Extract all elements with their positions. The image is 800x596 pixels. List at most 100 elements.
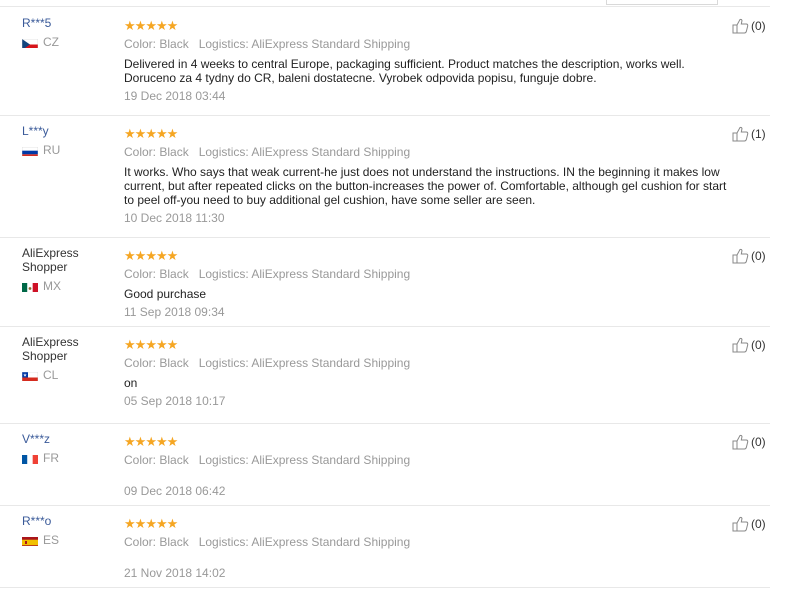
review-item: AliExpress Shopper CL ★ ★ ★ ★ ★ Color: Black Log… — [0, 327, 770, 424]
review-text: on — [124, 376, 138, 390]
reviewer-name[interactable]: R***o — [22, 514, 112, 528]
flag-cl-icon — [22, 370, 38, 381]
review-text: It works. Who says that weak current-he … — [124, 165, 727, 207]
color-attribute: Color: Black — [124, 37, 189, 51]
order-info: Color: Black Logistics: AliExpress Standa… — [124, 37, 734, 51]
review-date: 19 Dec 2018 03:44 — [124, 89, 226, 103]
flag-fr-icon — [22, 453, 38, 464]
reviewer-name[interactable]: V***z — [22, 432, 112, 446]
order-info: Color: Black Logistics: AliExpress Standa… — [124, 145, 734, 159]
divider — [0, 6, 770, 7]
helpful-button[interactable]: (0) — [732, 434, 766, 450]
flag-cz-icon — [22, 37, 38, 48]
star-rating: ★ ★ ★ ★ ★ — [124, 18, 734, 32]
reviewer-name: AliExpress Shopper — [22, 335, 79, 363]
star-rating: ★ ★ ★ ★ ★ — [124, 248, 734, 262]
review-content: ★ ★ ★ ★ ★ Color: Black Logistics: AliExpress S… — [124, 18, 734, 104]
star-icon: ★ — [166, 433, 179, 449]
review-date: 21 Nov 2018 14:02 — [124, 566, 226, 580]
country-code: FR — [43, 451, 59, 465]
review-item: L***y RU ★ ★ ★ ★ ★ Color: Black Logistics: AliEx… — [0, 116, 770, 238]
review-date: 11 Sep 2018 09:34 — [124, 305, 225, 319]
review-date: 05 Sep 2018 10:17 — [124, 394, 226, 408]
star-icon: ★ — [166, 125, 179, 141]
review-item: R***5 CZ ★ ★ ★ ★ ★ Color: Black Logistics: AliEx… — [0, 8, 770, 116]
thumbs-up-icon[interactable] — [732, 516, 749, 532]
logistics-attribute: Logistics: AliExpress Standard Shipping — [198, 356, 411, 370]
helpful-count: (0) — [751, 435, 766, 449]
review-date: 10 Dec 2018 11:30 — [124, 211, 225, 225]
country-code: CL — [43, 368, 59, 382]
review-content: ★ ★ ★ ★ ★ Color: Black Logistics: AliExpress S… — [124, 337, 734, 409]
reviewer-info: AliExpress Shopper MX — [22, 246, 112, 293]
helpful-button[interactable]: (0) — [732, 248, 766, 264]
star-rating: ★ ★ ★ ★ ★ — [124, 337, 734, 351]
thumbs-up-icon[interactable] — [732, 18, 749, 34]
review-item: R***o ES ★ ★ ★ ★ ★ Color: Black Logistics: AliEx… — [0, 506, 770, 588]
reviewer-name[interactable]: R***5 — [22, 16, 112, 30]
helpful-count: (0) — [751, 338, 766, 352]
star-rating: ★ ★ ★ ★ ★ — [124, 434, 734, 448]
review-item: AliExpress Shopper MX ★ ★ ★ ★ ★ Color: Black Log… — [0, 238, 770, 327]
logistics-attribute: Logistics: AliExpress Standard Shipping — [198, 535, 411, 549]
review-content: ★ ★ ★ ★ ★ Color: Black Logistics: AliExpress S… — [124, 248, 734, 320]
helpful-button[interactable]: (1) — [732, 126, 766, 142]
reviewer-info: R***5 CZ — [22, 16, 112, 49]
thumbs-up-icon[interactable] — [732, 248, 749, 264]
reviewer-country: MX — [22, 279, 112, 293]
reviewer-country: RU — [22, 143, 112, 157]
sort-dropdown[interactable] — [606, 0, 718, 5]
review-content: ★ ★ ★ ★ ★ Color: Black Logistics: AliExpress S… — [124, 516, 734, 581]
reviewer-country: CL — [22, 368, 112, 382]
star-rating: ★ ★ ★ ★ ★ — [124, 126, 734, 140]
country-code: RU — [43, 143, 61, 157]
star-rating: ★ ★ ★ ★ ★ — [124, 516, 734, 530]
country-code: ES — [43, 533, 60, 547]
order-info: Color: Black Logistics: AliExpress Standa… — [124, 453, 734, 467]
star-icon: ★ — [166, 17, 179, 33]
reviewer-country: FR — [22, 451, 112, 465]
reviewer-info: R***o ES — [22, 514, 112, 547]
logistics-attribute: Logistics: AliExpress Standard Shipping — [198, 145, 411, 159]
review-content: ★ ★ ★ ★ ★ Color: Black Logistics: AliExpress S… — [124, 434, 734, 499]
reviewer-info: AliExpress Shopper CL — [22, 335, 112, 382]
thumbs-up-icon[interactable] — [732, 126, 749, 142]
reviewer-name: AliExpress Shopper — [22, 246, 79, 274]
country-code: CZ — [43, 35, 59, 49]
color-attribute: Color: Black — [124, 145, 189, 159]
helpful-button[interactable]: (0) — [732, 18, 766, 34]
reviewer-name[interactable]: L***y — [22, 124, 112, 138]
color-attribute: Color: Black — [124, 535, 189, 549]
star-icon: ★ — [166, 336, 179, 352]
thumbs-up-icon[interactable] — [732, 337, 749, 353]
color-attribute: Color: Black — [124, 267, 189, 281]
star-icon: ★ — [166, 515, 179, 531]
flag-ru-icon — [22, 145, 38, 156]
order-info: Color: Black Logistics: AliExpress Standa… — [124, 356, 734, 370]
helpful-count: (0) — [751, 249, 766, 263]
reviewer-country: ES — [22, 533, 112, 547]
reviewer-info: V***z FR — [22, 432, 112, 465]
review-text: Good purchase — [124, 287, 207, 301]
review-item: V***z FR ★ ★ ★ ★ ★ Color: Black Logistics: AliEx… — [0, 424, 770, 506]
helpful-button[interactable]: (0) — [732, 516, 766, 532]
review-date: 09 Dec 2018 06:42 — [124, 484, 226, 498]
thumbs-up-icon[interactable] — [732, 434, 749, 450]
helpful-button[interactable]: (0) — [732, 337, 766, 353]
order-info: Color: Black Logistics: AliExpress Standa… — [124, 267, 734, 281]
helpful-count: (0) — [751, 517, 766, 531]
reviewer-info: L***y RU — [22, 124, 112, 157]
flag-mx-icon — [22, 281, 38, 292]
logistics-attribute: Logistics: AliExpress Standard Shipping — [198, 453, 411, 467]
review-content: ★ ★ ★ ★ ★ Color: Black Logistics: AliExpress S… — [124, 126, 734, 226]
helpful-count: (1) — [751, 127, 766, 141]
logistics-attribute: Logistics: AliExpress Standard Shipping — [198, 37, 411, 51]
color-attribute: Color: Black — [124, 356, 189, 370]
helpful-count: (0) — [751, 19, 766, 33]
country-code: MX — [43, 279, 61, 293]
color-attribute: Color: Black — [124, 453, 189, 467]
flag-es-icon — [22, 535, 38, 546]
reviewer-country: CZ — [22, 35, 112, 49]
top-bar — [0, 0, 800, 8]
review-text: Delivered in 4 weeks to central Europe, … — [124, 57, 685, 85]
